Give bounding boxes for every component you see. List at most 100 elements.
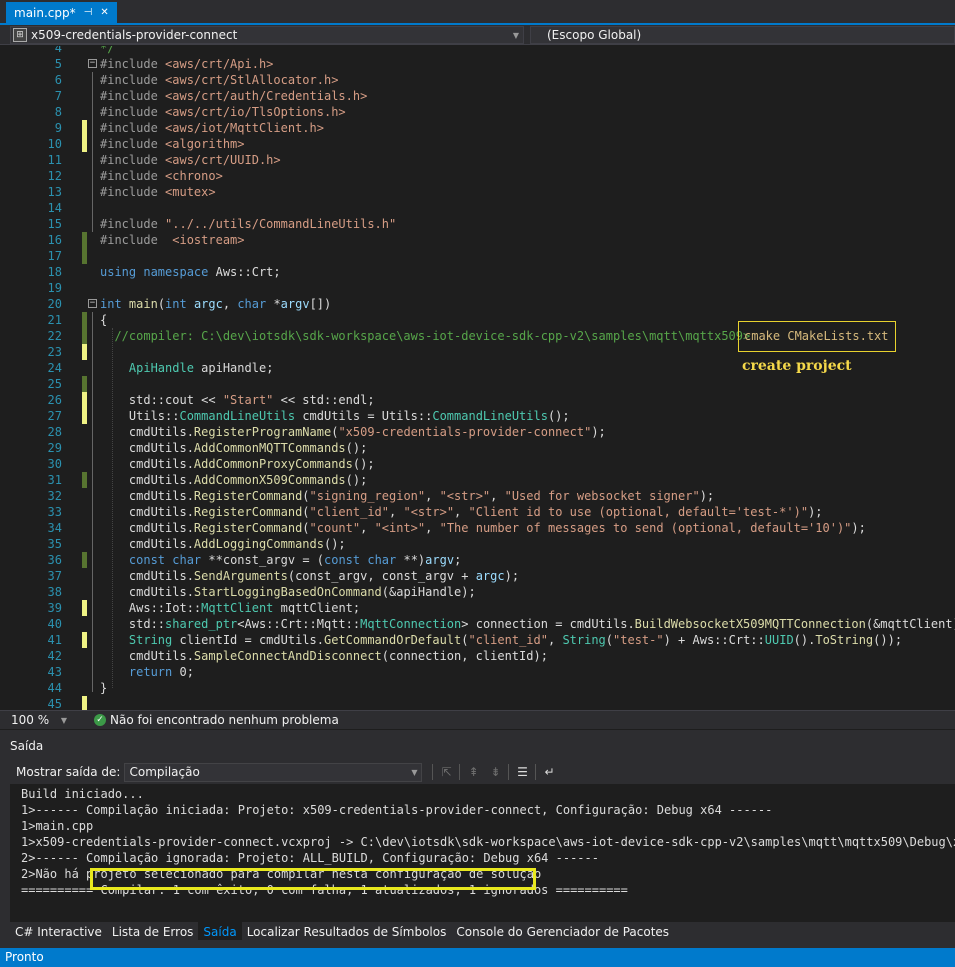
code-line[interactable]: 25 xyxy=(0,376,955,392)
code-token: <chrono> xyxy=(165,169,223,183)
zoom-dropdown[interactable]: 100 % ▼ xyxy=(8,711,70,729)
toolbar-separator xyxy=(459,764,461,780)
output-source-dropdown[interactable]: Compilação ▼ xyxy=(124,762,423,782)
tab-find-symbol-results[interactable]: Localizar Resultados de Símbolos xyxy=(242,922,452,940)
code-line[interactable]: 38 cmdUtils.StartLoggingBasedOnCommand(&… xyxy=(0,584,955,600)
code-token: , xyxy=(222,297,238,311)
tab-csharp-interactive[interactable]: C# Interactive xyxy=(10,922,107,940)
output-text-area[interactable]: Build iniciado... 1>------ Compilação ini… xyxy=(10,784,955,922)
code-token: cmdUtils. xyxy=(100,569,194,583)
tab-package-manager-console[interactable]: Console do Gerenciador de Pacotes xyxy=(451,922,674,940)
code-line[interactable]: 26 std::cout << "Start" << std::endl; xyxy=(0,392,955,408)
code-token: , xyxy=(425,521,440,535)
code-line[interactable]: 34 cmdUtils.RegisterCommand("count", "<i… xyxy=(0,520,955,536)
code-token: connection xyxy=(475,617,548,631)
code-token: (); xyxy=(323,537,346,551)
code-token: * xyxy=(273,297,281,311)
line-number: 32 xyxy=(47,489,62,503)
word-wrap-icon[interactable]: ↵ xyxy=(538,762,560,782)
panel-title: Saída xyxy=(10,739,44,753)
code-line[interactable]: 6 #include <aws/crt/StlAllocator.h> xyxy=(0,72,955,88)
code-token: AddLoggingCommands xyxy=(193,537,324,551)
output-line: 2>------ Compilação ignorada: Projeto: A… xyxy=(21,851,599,865)
tab-output[interactable]: Saída xyxy=(198,922,242,940)
code-line[interactable]: 28 cmdUtils.RegisterProgramName("x509-cr… xyxy=(0,424,955,440)
show-output-label: Mostrar saída de: xyxy=(16,765,121,779)
code-token: argv xyxy=(280,297,310,311)
code-line[interactable]: 5 − #include <aws/crt/Api.h> xyxy=(0,56,955,72)
code-line[interactable]: 4 */ xyxy=(0,46,955,56)
code-line[interactable]: 10 #include <algorithm> xyxy=(0,136,955,152)
code-line[interactable]: 13 #include <mutex> xyxy=(0,184,955,200)
line-number: 19 xyxy=(47,281,62,295)
code-line[interactable]: 39 Aws::Iot::MqttClient mqttClient; xyxy=(0,600,955,616)
code-line[interactable]: 11 #include <aws/crt/UUID.h> xyxy=(0,152,955,168)
code-text: cmdUtils.RegisterCommand("client_id", "<… xyxy=(100,504,823,520)
code-token: "test-" xyxy=(613,633,664,647)
code-line[interactable]: 9 #include <aws/iot/MqttClient.h> xyxy=(0,120,955,136)
code-line[interactable]: 12 #include <chrono> xyxy=(0,168,955,184)
code-text: #include <aws/crt/UUID.h> xyxy=(100,152,281,168)
code-token: = ( xyxy=(295,553,324,567)
code-line[interactable]: 44} xyxy=(0,680,955,696)
output-toolbar: Mostrar saída de: Compilação ▼ ⇱ ⇞ ⇟ ☰ ↵ xyxy=(10,760,955,784)
scope-dropdown[interactable]: (Escopo Global) xyxy=(530,26,955,44)
code-line[interactable]: 43 return 0; xyxy=(0,664,955,680)
tab-error-list[interactable]: Lista de Erros xyxy=(107,922,199,940)
code-token: <aws/crt/StlAllocator.h> xyxy=(165,73,339,87)
code-line[interactable]: 37 cmdUtils.SendArguments(const_argv, co… xyxy=(0,568,955,584)
line-number: 42 xyxy=(47,649,62,663)
collapse-icon[interactable]: − xyxy=(88,59,97,68)
code-line[interactable]: 30 cmdUtils.AddCommonProxyCommands(); xyxy=(0,456,955,472)
code-line[interactable]: 29 cmdUtils.AddCommonMQTTCommands(); xyxy=(0,440,955,456)
code-line[interactable]: 7 #include <aws/crt/auth/Credentials.h> xyxy=(0,88,955,104)
code-token: 0; xyxy=(179,665,194,679)
code-line[interactable]: 33 cmdUtils.RegisterCommand("client_id",… xyxy=(0,504,955,520)
status-text: Pronto xyxy=(5,950,44,964)
line-number: 23 xyxy=(47,345,62,359)
line-number: 26 xyxy=(47,393,62,407)
code-line[interactable]: 15 #include "../../utils/CommandLineUtils… xyxy=(0,216,955,232)
output-line: 1>------ Compilação iniciada: Projeto: x… xyxy=(21,803,773,817)
code-line[interactable]: 18 using namespace Aws::Crt; xyxy=(0,264,955,280)
code-line[interactable]: 45 xyxy=(0,696,955,710)
project-dropdown[interactable]: ⊞ x509-credentials-provider-connect ▼ xyxy=(10,26,524,44)
issues-status-message[interactable]: Não foi encontrado nenhum problema xyxy=(110,713,339,727)
code-line[interactable]: 36 const char **const_argv = (const char… xyxy=(0,552,955,568)
status-bar: Pronto xyxy=(0,948,955,967)
code-line[interactable]: 41 String clientId = cmdUtils.GetCommand… xyxy=(0,632,955,648)
code-line[interactable]: 27 Utils::CommandLineUtils cmdUtils = Ut… xyxy=(0,408,955,424)
code-token: "The number of messages to send (optiona… xyxy=(439,521,852,535)
code-text: cmdUtils.StartLoggingBasedOnCommand(&api… xyxy=(100,584,476,600)
line-number: 21 xyxy=(47,313,62,327)
code-token: #include xyxy=(100,169,166,183)
code-token: ()); xyxy=(873,633,903,647)
code-line[interactable]: 14 xyxy=(0,200,955,216)
clear-all-icon[interactable]: ☰ xyxy=(511,762,533,782)
code-text: cmdUtils.AddLoggingCommands(); xyxy=(100,536,346,552)
code-line[interactable]: 19 xyxy=(0,280,955,296)
code-line[interactable]: 17 xyxy=(0,248,955,264)
collapse-icon[interactable]: − xyxy=(88,299,97,308)
code-token: Utils:: xyxy=(100,409,180,423)
pin-icon[interactable]: ⊣ xyxy=(84,7,93,18)
code-text: String clientId = cmdUtils.GetCommandOrD… xyxy=(100,632,902,648)
change-marker xyxy=(82,232,87,248)
code-line[interactable]: 8 #include <aws/crt/io/TlsOptions.h> xyxy=(0,104,955,120)
code-line[interactable]: 32 cmdUtils.RegisterCommand("signing_reg… xyxy=(0,488,955,504)
close-icon[interactable]: ✕ xyxy=(100,7,108,18)
code-line[interactable]: 42 cmdUtils.SampleConnectAndDisconnect(c… xyxy=(0,648,955,664)
code-line[interactable]: 16 #include <iostream> xyxy=(0,232,955,248)
code-line[interactable]: 31 cmdUtils.AddCommonX509Commands(); xyxy=(0,472,955,488)
next-message-icon[interactable]: ⇟ xyxy=(484,762,506,782)
previous-message-icon[interactable]: ⇞ xyxy=(462,762,484,782)
code-line[interactable]: 40 std::shared_ptr<Aws::Crt::Mqtt::MqttC… xyxy=(0,616,955,632)
tab-label: main.cpp* xyxy=(14,5,76,20)
code-editor[interactable]: 4 */5− #include <aws/crt/Api.h> 6 #include <… xyxy=(0,46,955,710)
code-text: */ xyxy=(100,46,114,56)
find-message-icon[interactable]: ⇱ xyxy=(435,762,457,782)
code-line[interactable]: 20− int main(int argc, char *argv[]) xyxy=(0,296,955,312)
tab-main-cpp[interactable]: main.cpp* ⊣ ✕ xyxy=(6,2,117,23)
code-line[interactable]: 35 cmdUtils.AddLoggingCommands(); xyxy=(0,536,955,552)
